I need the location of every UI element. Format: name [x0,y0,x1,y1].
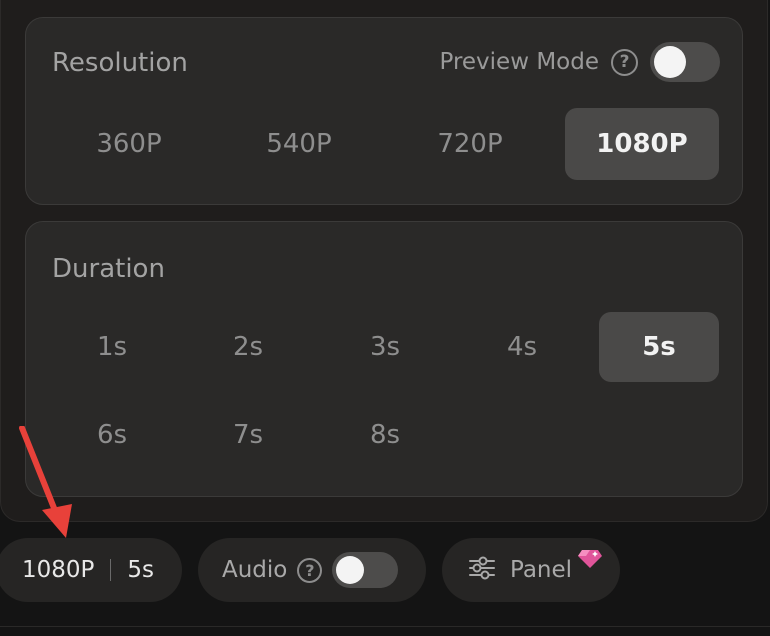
divider [110,559,112,581]
duration-option-8s[interactable]: 8s [325,400,445,470]
resolution-option-540p[interactable]: 540P [222,108,376,180]
resolution-option-360p[interactable]: 360P [52,108,206,180]
settings-panel: Resolution Preview Mode ? 360P 540P 720P… [0,0,768,522]
resolution-section: Resolution Preview Mode ? 360P 540P 720P… [25,17,743,205]
audio-control: Audio ? [198,538,426,602]
panel-label: Panel [510,557,573,583]
audio-label: Audio [222,557,288,583]
sliders-icon [468,555,496,585]
duration-section: Duration 1s 2s 3s 4s 5s 6s 7s 8s [25,221,743,497]
duration-option-4s[interactable]: 4s [462,312,582,382]
help-icon[interactable]: ? [297,557,323,583]
audio-toggle[interactable] [332,552,399,588]
resolution-option-720p[interactable]: 720P [393,108,547,180]
annotation-arrow-icon [19,426,72,538]
resolution-option-1080p[interactable]: 1080P [565,108,719,180]
summary-duration: 5s [127,557,155,583]
preview-mode-control: Preview Mode ? [439,40,720,84]
resolution-title: Resolution [52,48,188,78]
preview-mode-label: Preview Mode [439,49,599,75]
summary-resolution: 1080P [22,557,95,583]
preview-mode-toggle[interactable] [650,42,720,82]
gem-icon [578,548,602,572]
toggle-knob [336,556,365,584]
panel-button[interactable]: Panel [442,538,620,602]
bottom-divider [0,626,770,627]
duration-option-7s[interactable]: 7s [188,400,308,470]
duration-option-3s[interactable]: 3s [325,312,445,382]
duration-title: Duration [52,254,165,284]
help-icon[interactable]: ? [611,48,638,76]
toggle-knob [654,46,686,78]
settings-summary-button[interactable]: 1080P 5s [0,538,182,602]
duration-option-5s[interactable]: 5s [599,312,719,382]
duration-option-1s[interactable]: 1s [52,312,172,382]
duration-option-2s[interactable]: 2s [188,312,308,382]
